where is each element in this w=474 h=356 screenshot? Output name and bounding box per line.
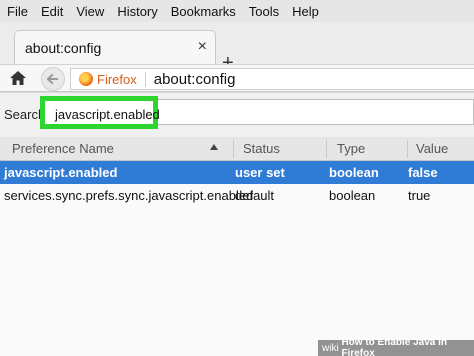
navigation-bar: Firefox about:config (0, 64, 474, 92)
header-status[interactable]: Status (243, 141, 280, 156)
pref-name: javascript.enabled (4, 165, 118, 180)
column-divider[interactable] (407, 140, 408, 158)
header-type[interactable]: Type (337, 141, 365, 156)
firefox-icon (79, 72, 93, 86)
column-divider[interactable] (233, 140, 234, 158)
firefox-window: File Edit View History Bookmarks Tools H… (0, 0, 474, 356)
pref-status: default (235, 188, 275, 203)
about-config-page: Search: javascript.enabled Preference Na… (0, 93, 474, 356)
back-arrow-icon (46, 73, 58, 85)
menu-bar: File Edit View History Bookmarks Tools H… (0, 0, 474, 22)
table-empty-area (0, 207, 474, 356)
preferences-table: Preference Name Status Type Value javasc… (0, 137, 474, 207)
column-divider[interactable] (326, 140, 327, 158)
url-text[interactable]: about:config (154, 71, 236, 88)
menu-history[interactable]: History (110, 4, 163, 19)
search-value[interactable]: javascript.enabled (55, 107, 160, 122)
tab-strip: about:config × + (0, 22, 474, 74)
pref-type: boolean (329, 188, 376, 203)
watermark-bar: wiki How to Enable Java in Firefox (318, 337, 474, 356)
url-bar[interactable]: Firefox about:config (70, 68, 474, 90)
tab-title: about:config (25, 39, 102, 56)
close-icon[interactable]: × (198, 38, 207, 56)
pref-status: user set (235, 165, 285, 180)
pref-value: false (408, 165, 438, 180)
sort-up-icon (210, 144, 218, 150)
menu-help[interactable]: Help (285, 4, 325, 19)
pref-value: true (408, 188, 431, 203)
search-highlight-box: javascript.enabled (40, 96, 160, 129)
tab-about-config[interactable]: about:config × (14, 30, 216, 64)
home-icon[interactable] (9, 69, 27, 87)
header-value[interactable]: Value (416, 141, 448, 156)
menu-bookmarks[interactable]: Bookmarks (164, 4, 242, 19)
menu-file[interactable]: File (0, 4, 34, 19)
menu-view[interactable]: View (69, 4, 110, 19)
search-field-wrap: javascript.enabled (40, 96, 474, 129)
header-preference-name[interactable]: Preference Name (12, 141, 114, 156)
pref-type: boolean (329, 165, 379, 180)
menu-tools[interactable]: Tools (242, 4, 285, 19)
identity-label: Firefox (97, 71, 146, 87)
table-row[interactable]: javascript.enabled user set boolean fals… (0, 161, 474, 184)
pref-name: services.sync.prefs.sync.javascript.enab… (4, 188, 254, 203)
table-header: Preference Name Status Type Value (0, 137, 474, 161)
table-row[interactable]: services.sync.prefs.sync.javascript.enab… (0, 184, 474, 207)
watermark-brand: wiki (322, 342, 339, 354)
menu-edit[interactable]: Edit (34, 4, 69, 19)
watermark-text: How to Enable Java in Firefox (341, 337, 448, 356)
back-button[interactable] (41, 67, 65, 91)
